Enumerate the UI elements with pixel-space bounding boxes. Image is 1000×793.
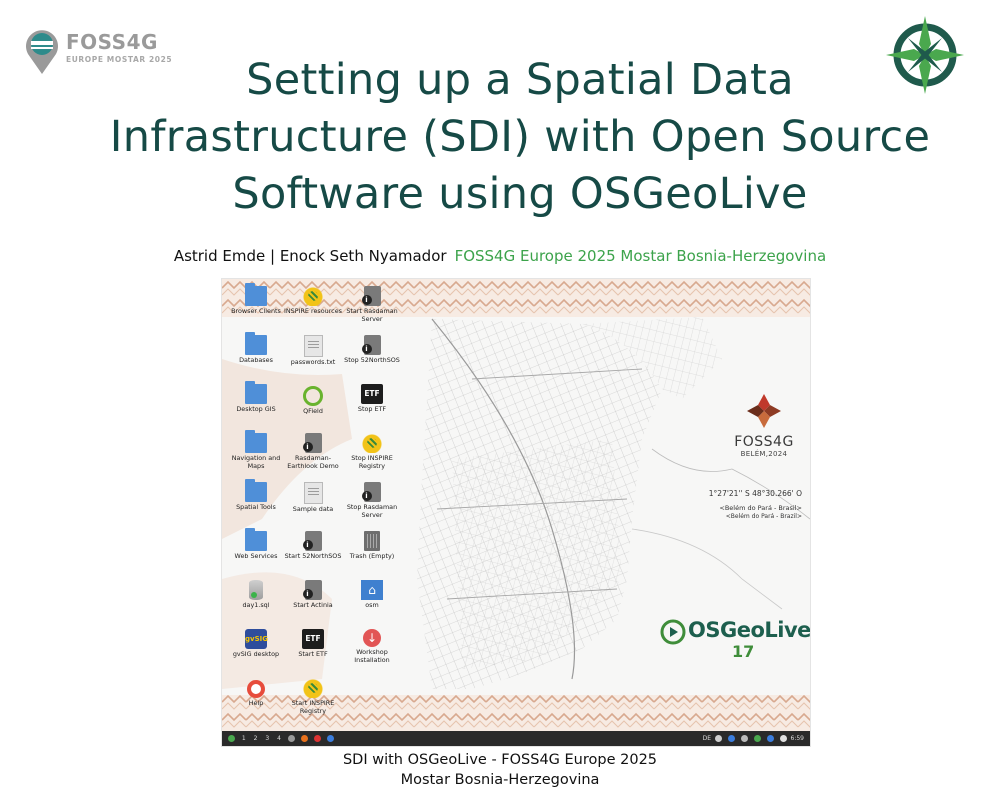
folder-icon <box>245 332 267 355</box>
spatial-tools-folder[interactable]: Spatial Tools <box>227 479 285 528</box>
location-text: 1°27'21'' S 48°30.266' O <Belém do Pará … <box>698 489 802 521</box>
gvsig-desktop-launcher[interactable]: gvSIG gvSIG desktop <box>227 629 285 675</box>
volume-icon[interactable] <box>714 735 722 742</box>
workspace-2[interactable]: 2 <box>254 735 258 742</box>
etf-icon: ETF <box>361 384 383 404</box>
keyboard-layout[interactable]: DE <box>703 735 711 742</box>
qfield-icon <box>303 386 323 406</box>
text-file-icon <box>303 335 323 357</box>
inspire-icon <box>361 433 383 453</box>
launcher-icon <box>302 531 322 551</box>
etf-icon: ETF <box>302 629 324 649</box>
taskbar-left: 1 2 3 4 <box>226 731 336 746</box>
browser-clients-folder[interactable]: Browser Clients <box>227 283 285 332</box>
launcher-icon <box>361 482 381 502</box>
authors: Astrid Emde | Enock Seth Nyamador <box>173 247 447 265</box>
terminal-icon[interactable] <box>326 735 334 742</box>
folder-icon <box>245 430 267 453</box>
workshop-icon <box>363 629 381 647</box>
desktop-screenshot: Browser Clients INSPIRE resources Start … <box>222 279 810 746</box>
osgeolive-version: 17 <box>732 642 755 661</box>
launcher-icon <box>361 286 381 306</box>
foss4g-belem-emblem-icon <box>747 394 781 428</box>
belem-foss4g-name: FOSS4G <box>734 434 794 450</box>
caption-line: SDI with OSGeoLive - FOSS4G Europe 2025 <box>342 752 658 768</box>
place-name-pt: <Belém do Pará - Brasil> <box>719 504 802 512</box>
passwords-file[interactable]: passwords.txt <box>284 335 342 381</box>
firefox-icon[interactable] <box>300 735 308 742</box>
foss4g-belem-logo: FOSS4G BELÉM,2024 <box>714 392 810 462</box>
title-line: Setting up a Spatial Data <box>246 55 794 105</box>
start-inspire-registry-launcher[interactable]: Start INSPIRE Registry <box>284 678 342 724</box>
author-line: Astrid Emde | Enock Seth Nyamador FOSS4G … <box>0 247 1000 265</box>
logo-name: FOSS4G <box>66 30 158 54</box>
folder-icon <box>245 528 267 551</box>
workspace-3[interactable]: 3 <box>265 735 269 742</box>
osm-folder[interactable]: osm <box>343 580 401 626</box>
stop-rasdaman-server-launcher[interactable]: Stop Rasdaman Server <box>343 482 401 528</box>
place-name-en: <Belém do Pará - Brazil> <box>725 513 802 520</box>
update-icon[interactable] <box>766 735 774 742</box>
power-icon[interactable] <box>779 735 787 742</box>
caption-line: Mostar Bosnia-Herzegovina <box>400 772 600 788</box>
launcher-icon <box>361 335 381 355</box>
gvsig-icon: gvSIG <box>245 629 268 649</box>
rasdaman-earthlook-demo-launcher[interactable]: Rasdaman-Earthlook Demo <box>284 433 342 479</box>
foss4g-pin-icon <box>25 30 58 74</box>
folder-icon <box>245 283 267 306</box>
slide-title: Setting up a Spatial Data Infrastructure… <box>60 52 980 223</box>
help-icon <box>247 680 265 698</box>
help-launcher[interactable]: Help <box>227 678 285 724</box>
taskbar: 1 2 3 4 DE 6:59 <box>222 731 810 746</box>
osgeolive-name: OSGeoLive <box>688 618 810 642</box>
start-rasdaman-server-launcher[interactable]: Start Rasdaman Server <box>343 286 401 332</box>
title-line: Infrastructure (SDI) with Open Source <box>109 112 931 162</box>
workshop-installation-launcher[interactable]: Workshop Installation <box>343 629 401 675</box>
qfield-launcher[interactable]: QField <box>284 384 342 430</box>
clock[interactable]: 6:59 <box>791 735 804 742</box>
taskbar-tray: DE 6:59 <box>703 731 804 746</box>
home-folder-icon <box>361 580 383 600</box>
osgeolive-play-icon <box>660 619 686 645</box>
network-icon[interactable] <box>753 735 761 742</box>
start-actinia-launcher[interactable]: Start Actinia <box>284 580 342 626</box>
slide-caption: SDI with OSGeoLive - FOSS4G Europe 2025 … <box>0 750 1000 790</box>
inspire-icon <box>302 678 324 698</box>
desktop-gis-folder[interactable]: Desktop GIS <box>227 381 285 430</box>
conference-name: FOSS4G Europe 2025 Mostar Bosnia-Herzego… <box>454 247 827 265</box>
web-services-folder[interactable]: Web Services <box>227 528 285 577</box>
text-file-icon <box>303 482 323 504</box>
coordinates: 1°27'21'' S 48°30.266' O <box>708 489 802 498</box>
day1-sql-file[interactable]: day1.sql <box>227 580 285 626</box>
database-file-icon <box>249 580 263 600</box>
start-etf-launcher[interactable]: ETF Start ETF <box>284 629 342 675</box>
sample-data-file[interactable]: Sample data <box>284 482 342 528</box>
workspace-1[interactable]: 1 <box>242 735 246 742</box>
trash-item[interactable]: Trash (Empty) <box>343 531 401 577</box>
stop-52northsos-launcher[interactable]: Stop 52NorthSOS <box>343 335 401 381</box>
desktop-icons: Browser Clients INSPIRE resources Start … <box>222 279 422 714</box>
databases-folder[interactable]: Databases <box>227 332 285 381</box>
start-menu-icon[interactable] <box>228 735 235 742</box>
folder-icon <box>245 381 267 404</box>
navigation-and-maps-folder[interactable]: Navigation and Maps <box>227 430 285 479</box>
inspire-icon <box>302 286 324 306</box>
app-launcher-icon[interactable] <box>313 735 321 742</box>
inspire-resources-launcher[interactable]: INSPIRE resources <box>284 286 342 332</box>
start-52northsos-launcher[interactable]: Start 52NorthSOS <box>284 531 342 577</box>
title-line: Software using OSGeoLive <box>232 169 808 219</box>
info-icon[interactable] <box>727 735 735 742</box>
belem-foss4g-place: BELÉM,2024 <box>740 450 788 458</box>
launcher-icon <box>302 580 322 600</box>
osgeolive-logo: OSGeoLive 17 <box>660 616 810 664</box>
folder-icon <box>245 479 267 502</box>
workspace-4[interactable]: 4 <box>277 735 281 742</box>
stop-inspire-registry-launcher[interactable]: Stop INSPIRE Registry <box>343 433 401 479</box>
file-manager-icon[interactable] <box>287 735 295 742</box>
stop-etf-launcher[interactable]: ETF Stop ETF <box>343 384 401 430</box>
clipboard-icon[interactable] <box>740 735 748 742</box>
launcher-icon <box>302 433 322 453</box>
trash-icon <box>364 531 380 551</box>
